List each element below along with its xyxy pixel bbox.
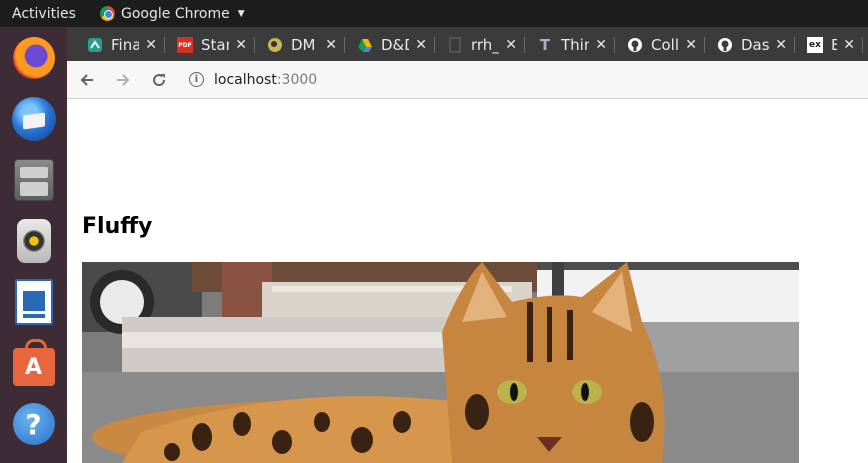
dock-item-files[interactable] (12, 156, 56, 204)
tab-title: rrh_ (471, 36, 500, 54)
close-icon[interactable]: ✕ (235, 37, 247, 53)
app-menu-label: Google Chrome (121, 5, 230, 22)
tab-8[interactable]: ex Exp ✕ (795, 29, 863, 61)
finance-icon (87, 37, 103, 53)
arrow-right-icon (117, 73, 130, 86)
page-title: Fluffy (82, 214, 153, 239)
dock-item-thunderbird[interactable] (11, 95, 56, 143)
close-icon[interactable]: ✕ (415, 37, 427, 53)
url-port: :3000 (276, 71, 318, 88)
tab-title: DM (291, 36, 316, 54)
close-icon[interactable]: ✕ (325, 37, 337, 53)
tab-1[interactable]: PDF Star ✕ (165, 29, 255, 61)
top-bar: Activities Google Chrome ▼ (0, 0, 868, 27)
reload-icon (153, 73, 166, 86)
reload-button[interactable] (143, 64, 175, 96)
chrome-icon (100, 6, 115, 21)
pdf-icon: PDF (177, 37, 193, 53)
tab-title: Thin (561, 36, 590, 54)
page-content: Fluffy (67, 99, 868, 463)
tab-title: Exp (831, 36, 838, 54)
firefox-icon (12, 37, 55, 79)
dm-icon (267, 37, 283, 53)
thunderbird-icon (11, 97, 56, 141)
github-icon (717, 37, 733, 53)
close-icon[interactable]: ✕ (685, 37, 697, 53)
software-icon: A (12, 339, 55, 386)
tab-title: D&D (381, 36, 409, 54)
activities-button[interactable]: Activities (0, 6, 98, 22)
files-icon (13, 159, 54, 201)
dock-item-rhythmbox[interactable] (12, 217, 56, 265)
back-button[interactable] (71, 64, 103, 96)
arrow-left-icon (80, 73, 93, 86)
github-icon (627, 37, 643, 53)
tab-strip: Fina ✕ PDF Star ✕ DM ✕ D&D ✕ rrh_ ✕ T Th… (67, 27, 868, 61)
cat-image (82, 262, 799, 463)
browser-toolbar: i localhost:3000 (67, 61, 868, 99)
libreoffice-writer-icon (14, 279, 53, 325)
app-menu[interactable]: Google Chrome ▼ (100, 6, 245, 22)
tab-title: Fina (111, 36, 140, 54)
url-host: localhost (214, 71, 277, 88)
rhythmbox-icon (16, 219, 51, 263)
tab-3[interactable]: D&D ✕ (345, 29, 435, 61)
dock-item-software[interactable]: A (12, 339, 56, 387)
browser-window: Fina ✕ PDF Star ✕ DM ✕ D&D ✕ rrh_ ✕ T Th… (67, 27, 868, 463)
tab-2[interactable]: DM ✕ (255, 29, 345, 61)
close-icon[interactable]: ✕ (145, 37, 157, 53)
close-icon[interactable]: ✕ (843, 37, 855, 53)
address-bar[interactable]: i localhost:3000 (189, 72, 317, 88)
dock-item-libreoffice-writer[interactable] (12, 278, 56, 326)
google-drive-icon (357, 37, 373, 53)
tab-title: Das (741, 36, 770, 54)
tab-6[interactable]: Coll ✕ (615, 29, 705, 61)
ex-icon: ex (807, 37, 823, 53)
dock-item-help[interactable]: ? (12, 400, 56, 448)
tab-title: Star (201, 36, 230, 54)
tab-5[interactable]: T Thin ✕ (525, 29, 615, 61)
tab-7[interactable]: Das ✕ (705, 29, 795, 61)
caret-down-icon: ▼ (237, 8, 245, 19)
tab-4[interactable]: rrh_ ✕ (435, 29, 525, 61)
help-icon: ? (12, 403, 55, 445)
dock: A ? (0, 27, 67, 463)
document-icon (447, 37, 463, 53)
info-icon[interactable]: i (189, 72, 204, 87)
tab-title: Coll (651, 36, 679, 54)
dock-item-firefox[interactable] (12, 34, 56, 82)
tab-0[interactable]: Fina ✕ (75, 29, 165, 61)
close-icon[interactable]: ✕ (505, 37, 517, 53)
thin-icon: T (539, 36, 551, 54)
forward-button[interactable] (107, 64, 139, 96)
close-icon[interactable]: ✕ (595, 37, 607, 53)
close-icon[interactable]: ✕ (775, 37, 787, 53)
